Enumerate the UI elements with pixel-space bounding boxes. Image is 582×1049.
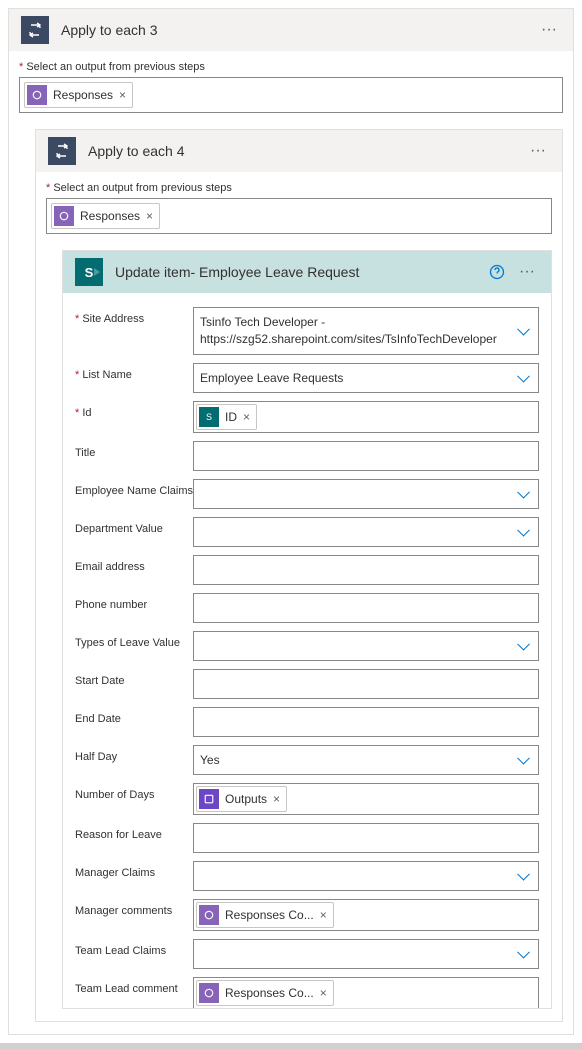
apply-each-4-title: Apply to each 4 (88, 143, 526, 159)
close-icon[interactable]: × (320, 986, 327, 1000)
output-token-box[interactable]: Responses × (19, 77, 563, 113)
tl-claims-dropdown[interactable] (193, 939, 539, 969)
mgr-claims-dropdown[interactable] (193, 861, 539, 891)
id-token[interactable]: S ID × (196, 404, 257, 430)
responses-icon (199, 983, 219, 1003)
id-label: Id (75, 401, 193, 419)
more-icon[interactable]: ··· (515, 260, 539, 284)
dept-value-label: Department Value (75, 517, 193, 535)
site-address-line1: Tsinfo Tech Developer - (200, 314, 325, 331)
more-icon[interactable]: ··· (537, 18, 561, 42)
half-day-dropdown[interactable]: Yes (193, 745, 539, 775)
mgr-comments-label: Manager comments (75, 899, 193, 917)
outputs-token[interactable]: Outputs × (196, 786, 287, 812)
tl-claims-label: Team Lead Claims (75, 939, 193, 957)
phone-label: Phone number (75, 593, 193, 611)
close-icon[interactable]: × (243, 410, 250, 424)
email-label: Email address (75, 555, 193, 573)
output-label: Select an output from previous steps (19, 61, 563, 73)
responses-token[interactable]: Responses Co... × (196, 980, 334, 1006)
output-label: Select an output from previous steps (46, 182, 552, 194)
sharepoint-icon: S (199, 407, 219, 427)
mgr-comments-input[interactable]: Responses Co... × (193, 899, 539, 931)
half-day-value: Yes (200, 753, 220, 767)
close-icon[interactable]: × (119, 88, 126, 102)
apply-each-4-header[interactable]: Apply to each 4 ··· (36, 130, 562, 172)
responses-icon (27, 85, 47, 105)
mgr-claims-label: Manager Claims (75, 861, 193, 879)
update-item-header[interactable]: S Update item- Employee Leave Request ··… (63, 251, 551, 293)
responses-token[interactable]: Responses × (51, 203, 160, 229)
leave-type-dropdown[interactable] (193, 631, 539, 661)
apply-each-icon (48, 137, 76, 165)
output-token-box[interactable]: Responses × (46, 198, 552, 234)
token-label: Outputs (225, 792, 267, 806)
reason-label: Reason for Leave (75, 823, 193, 841)
close-icon[interactable]: × (146, 209, 153, 223)
token-label: ID (225, 410, 237, 424)
token-label: Responses Co... (225, 908, 314, 922)
list-name-dropdown[interactable]: Employee Leave Requests (193, 363, 539, 393)
tl-comment-label: Team Lead comment (75, 977, 193, 995)
num-days-input[interactable]: Outputs × (193, 783, 539, 815)
token-label: Responses (80, 209, 140, 223)
responses-token[interactable]: Responses Co... × (196, 902, 334, 928)
help-icon[interactable] (485, 260, 509, 284)
emp-claims-dropdown[interactable] (193, 479, 539, 509)
leave-type-label: Types of Leave Value (75, 631, 193, 649)
phone-input[interactable] (193, 593, 539, 623)
sharepoint-icon: S (75, 258, 103, 286)
emp-claims-label: Employee Name Claims (75, 479, 193, 497)
title-input[interactable] (193, 441, 539, 471)
tl-comment-input[interactable]: Responses Co... × (193, 977, 539, 1008)
list-name-label: List Name (75, 363, 193, 381)
id-input[interactable]: S ID × (193, 401, 539, 433)
list-name-value: Employee Leave Requests (200, 371, 343, 385)
site-address-label: Site Address (75, 307, 193, 325)
end-date-input[interactable] (193, 707, 539, 737)
token-label: Responses Co... (225, 986, 314, 1000)
start-date-input[interactable] (193, 669, 539, 699)
responses-icon (54, 206, 74, 226)
email-input[interactable] (193, 555, 539, 585)
apply-each-3-header[interactable]: Apply to each 3 ··· (9, 9, 573, 51)
reason-input[interactable] (193, 823, 539, 853)
title-label: Title (75, 441, 193, 459)
apply-each-3-title: Apply to each 3 (61, 22, 537, 38)
start-date-label: Start Date (75, 669, 193, 687)
close-icon[interactable]: × (320, 908, 327, 922)
token-label: Responses (53, 88, 113, 102)
more-icon[interactable]: ··· (526, 139, 550, 163)
outputs-icon (199, 789, 219, 809)
half-day-label: Half Day (75, 745, 193, 763)
site-address-line2: https://szg52.sharepoint.com/sites/TsInf… (200, 331, 497, 348)
apply-each-icon (21, 16, 49, 44)
scrollbar[interactable] (0, 1043, 582, 1049)
site-address-dropdown[interactable]: Tsinfo Tech Developer - https://szg52.sh… (193, 307, 539, 355)
close-icon[interactable]: × (273, 792, 280, 806)
end-date-label: End Date (75, 707, 193, 725)
num-days-label: Number of Days (75, 783, 193, 801)
responses-icon (199, 905, 219, 925)
responses-token[interactable]: Responses × (24, 82, 133, 108)
update-item-title: Update item- Employee Leave Request (115, 264, 485, 280)
dept-value-dropdown[interactable] (193, 517, 539, 547)
